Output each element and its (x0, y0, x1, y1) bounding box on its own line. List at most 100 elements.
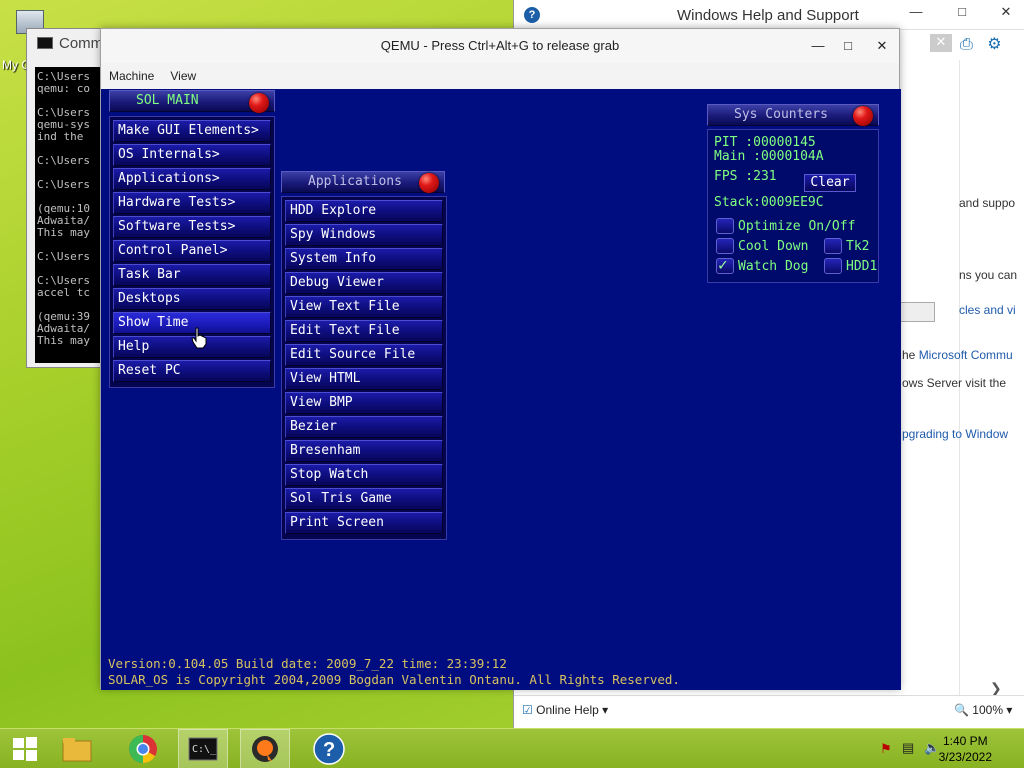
taskbar-qemu[interactable] (240, 729, 290, 768)
zoom-control[interactable]: 🔍 100% ▾ (954, 703, 1012, 717)
checkmark-icon: ✓ (718, 255, 728, 274)
sol-main-menu-item[interactable]: Task Bar (113, 264, 271, 286)
watch-dog-checkbox[interactable]: ✓ Watch Dog (716, 255, 809, 274)
sol-main-menu-item[interactable]: Desktops (113, 288, 271, 310)
checkbox-box (716, 238, 734, 254)
applications-menu-item[interactable]: System Info (285, 248, 443, 270)
sol-main-close-orb-icon[interactable] (249, 93, 269, 113)
taskbar-help[interactable]: ? (304, 729, 354, 768)
applications-close-orb-icon[interactable] (419, 173, 439, 193)
clock-date: 3/23/2022 (938, 750, 992, 764)
version-line: Version:0.104.05 Build date: 2009_7_22 t… (108, 656, 507, 671)
optimize-checkbox[interactable]: Optimize On/Off (716, 218, 855, 234)
menu-view[interactable]: View (170, 69, 196, 83)
help-text-the: he Microsoft Commu (902, 348, 1013, 362)
menu-machine[interactable]: Machine (109, 69, 154, 83)
checkbox-box (824, 258, 842, 274)
clock-time: 1:40 PM (942, 734, 988, 748)
help-text-server: ows Server visit the (902, 376, 1007, 390)
applications-title: Applications (308, 174, 402, 189)
maximize-button[interactable]: □ (831, 29, 865, 63)
taskbar-file-explorer[interactable] (52, 729, 102, 768)
taskbar-command-prompt[interactable]: C:\_ (178, 729, 228, 768)
sys-counters-close-orb-icon[interactable] (853, 106, 873, 126)
tk2-checkbox[interactable]: Tk2 (824, 238, 869, 254)
search-clear-button[interactable]: ✕ (930, 34, 952, 52)
close-button[interactable]: ✕ (865, 29, 899, 63)
checkbox-box (716, 218, 734, 234)
close-button[interactable]: ✕ (996, 4, 1016, 22)
applications-menu-item[interactable]: Debug Viewer (285, 272, 443, 294)
zoom-level: 100% (972, 703, 1003, 717)
dropdown-arrow-icon: ▾ (602, 703, 609, 717)
applications-menu-item[interactable]: Bresenham (285, 440, 443, 462)
sol-main-menu-item[interactable]: Control Panel> (113, 240, 271, 262)
applications-menu-item[interactable]: Edit Source File (285, 344, 443, 366)
qemu-window[interactable]: QEMU - Press Ctrl+Alt+G to release grab … (100, 28, 901, 690)
zoom-icon: 🔍 (954, 703, 969, 717)
help-text-support: and suppo (959, 196, 1016, 210)
stack-counter: Stack:0009EE9C (714, 195, 824, 210)
settings-gear-icon[interactable]: ⚙ (987, 36, 1001, 53)
taskbar: C:\_ ? ⚑ ▤ 🔈 1:40 PM 3/23/2022 (0, 728, 1024, 768)
svg-text:C:\_: C:\_ (192, 744, 217, 755)
applications-menu-item[interactable]: View BMP (285, 392, 443, 414)
qemu-menubar: Machine View (101, 63, 899, 89)
system-tray: ⚑ ▤ 🔈 1:40 PM 3/23/2022 (864, 729, 1024, 768)
sol-main-menu-item[interactable]: Make GUI Elements> (113, 120, 271, 142)
sol-main-menu-item[interactable]: Applications> (113, 168, 271, 190)
watch-dog-label: Watch Dog (738, 258, 809, 274)
folder-icon (62, 738, 92, 762)
help-link-upgrading[interactable]: pgrading to Window (902, 427, 1008, 441)
clear-button[interactable]: Clear (804, 174, 856, 192)
hdd1-label: HDD1 (846, 258, 878, 274)
help-link-community[interactable]: Microsoft Commu (919, 348, 1013, 362)
hand-cursor-icon (191, 327, 207, 349)
cool-down-checkbox[interactable]: Cool Down (716, 238, 808, 254)
sol-main-menu-item[interactable]: Software Tests> (113, 216, 271, 238)
cool-down-label: Cool Down (738, 238, 809, 254)
help-icon: ? (313, 733, 345, 765)
sys-counters-panel: PIT :00000145 Main :0000104A FPS :231 Cl… (707, 129, 879, 283)
minimize-button[interactable]: — (801, 29, 835, 63)
online-help-icon: ☑ (522, 703, 533, 717)
applications-menu-item[interactable]: View HTML (285, 368, 443, 390)
help-icon: ? (524, 6, 540, 23)
qemu-titlebar[interactable]: QEMU - Press Ctrl+Alt+G to release grab … (101, 29, 899, 63)
svg-text:?: ? (323, 739, 335, 761)
help-titlebar[interactable]: ? Windows Help and Support — □ ✕ (514, 0, 1024, 30)
applications-menu-item[interactable]: Bezier (285, 416, 443, 438)
sol-main-menu-item[interactable]: OS Internals> (113, 144, 271, 166)
applications-menu-item[interactable]: Sol Tris Game (285, 488, 443, 510)
minimize-button[interactable]: — (906, 4, 926, 22)
applications-menu-item[interactable]: Edit Text File (285, 320, 443, 342)
print-icon[interactable]: ⎙ (960, 36, 973, 53)
applications-menu-item[interactable]: Print Screen (285, 512, 443, 534)
sol-main-title: SOL MAIN (136, 93, 199, 108)
applications-menu-item[interactable]: Stop Watch (285, 464, 443, 486)
qemu-icon (252, 736, 278, 762)
applications-menu-item[interactable]: HDD Explore (285, 200, 443, 222)
maximize-button[interactable]: □ (952, 4, 972, 22)
guest-screen[interactable]: SOL MAIN Make GUI Elements> OS Internals>… (101, 89, 901, 690)
checkbox-box (824, 238, 842, 254)
taskbar-chrome[interactable] (118, 729, 168, 768)
online-help-dropdown[interactable]: ☑ Online Help ▾ (522, 703, 608, 717)
network-icon[interactable]: ▤ (902, 740, 914, 756)
hdd1-checkbox[interactable]: HDD1 (824, 258, 877, 274)
start-button[interactable] (0, 729, 50, 768)
help-link-articles[interactable]: cles and vi (959, 303, 1016, 317)
pit-counter: PIT :00000145 (714, 135, 816, 150)
sol-main-menu-item[interactable]: Reset PC (113, 360, 271, 382)
tk2-label: Tk2 (846, 238, 870, 254)
applications-menu-item[interactable]: Spy Windows (285, 224, 443, 246)
action-center-flag-icon[interactable]: ⚑ (880, 741, 892, 757)
main-counter: Main :0000104A (714, 149, 824, 164)
cmd-icon: C:\_ (188, 737, 218, 761)
copyright-line: SOLAR_OS is Copyright 2004,2009 Bogdan V… (108, 672, 680, 687)
clock[interactable]: 1:40 PM 3/23/2022 (939, 733, 992, 765)
windows-logo-icon (13, 737, 37, 761)
applications-menu-item[interactable]: View Text File (285, 296, 443, 318)
help-window-title: Windows Help and Support (677, 7, 859, 24)
sol-main-menu-item[interactable]: Hardware Tests> (113, 192, 271, 214)
